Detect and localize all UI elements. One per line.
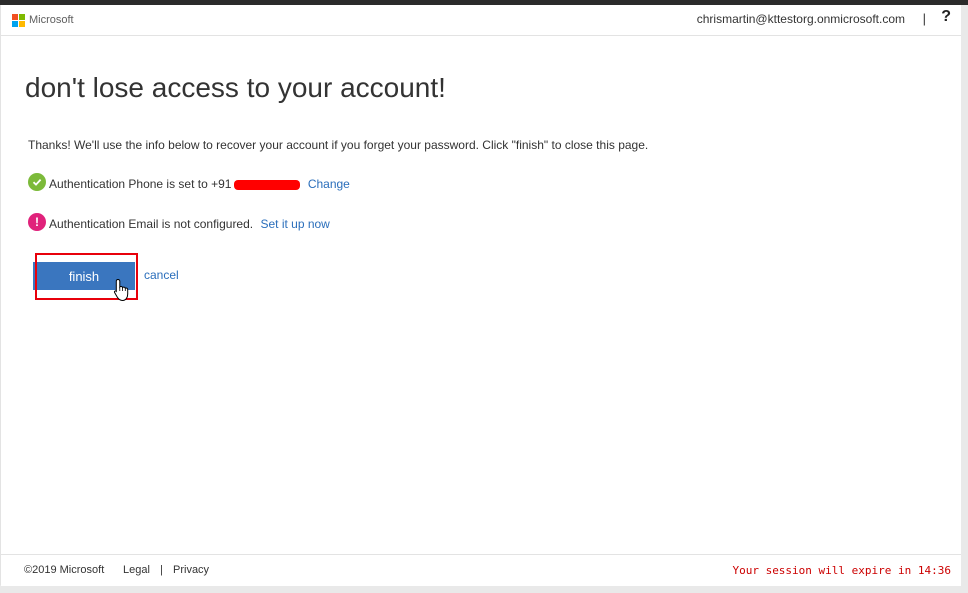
cancel-link[interactable]: cancel [144,268,179,282]
session-expiry-text: Your session will expire in 14:36 [732,564,951,577]
email-status-text: Authentication Email is not configured. … [49,217,330,231]
redacted-phone-number [234,179,301,190]
copyright-text: ©2019 Microsoft [24,564,105,576]
microsoft-logo[interactable]: Microsoft [12,13,74,27]
phone-status-row: Authentication Phone is set to +91 Chang… [28,173,350,191]
page-header: Microsoft chrismartin@kttestorg.onmicros… [1,5,961,36]
window-left-border [0,5,1,585]
intro-text: Thanks! We'll use the info below to reco… [28,138,649,152]
phone-status-label: Authentication Phone is set to +91 [49,177,232,191]
user-email[interactable]: chrismartin@kttestorg.onmicrosoft.com [697,12,905,26]
hand-pointer-cursor-icon [113,278,129,302]
legal-link[interactable]: Legal [123,564,150,576]
brand-name: Microsoft [29,14,74,26]
change-phone-link[interactable]: Change [308,177,350,191]
help-icon[interactable]: ? [941,8,951,26]
email-status-row: ! Authentication Email is not configured… [28,213,330,231]
setup-email-link[interactable]: Set it up now [260,217,329,231]
header-separator: | [922,11,926,26]
page-footer: ©2019 Microsoft Legal | Privacy Your ses… [1,554,961,586]
window-bottom-border [0,585,968,593]
footer-separator: | [160,564,163,576]
microsoft-logo-icon [12,13,25,27]
phone-status-text: Authentication Phone is set to +91 Chang… [49,177,350,191]
checkmark-circle-icon [28,173,46,191]
page-title: don't lose access to your account! [25,72,446,103]
privacy-link[interactable]: Privacy [173,564,209,576]
email-status-label: Authentication Email is not configured. [49,217,254,231]
exclamation-circle-icon: ! [28,213,46,231]
window-right-border [961,5,968,593]
